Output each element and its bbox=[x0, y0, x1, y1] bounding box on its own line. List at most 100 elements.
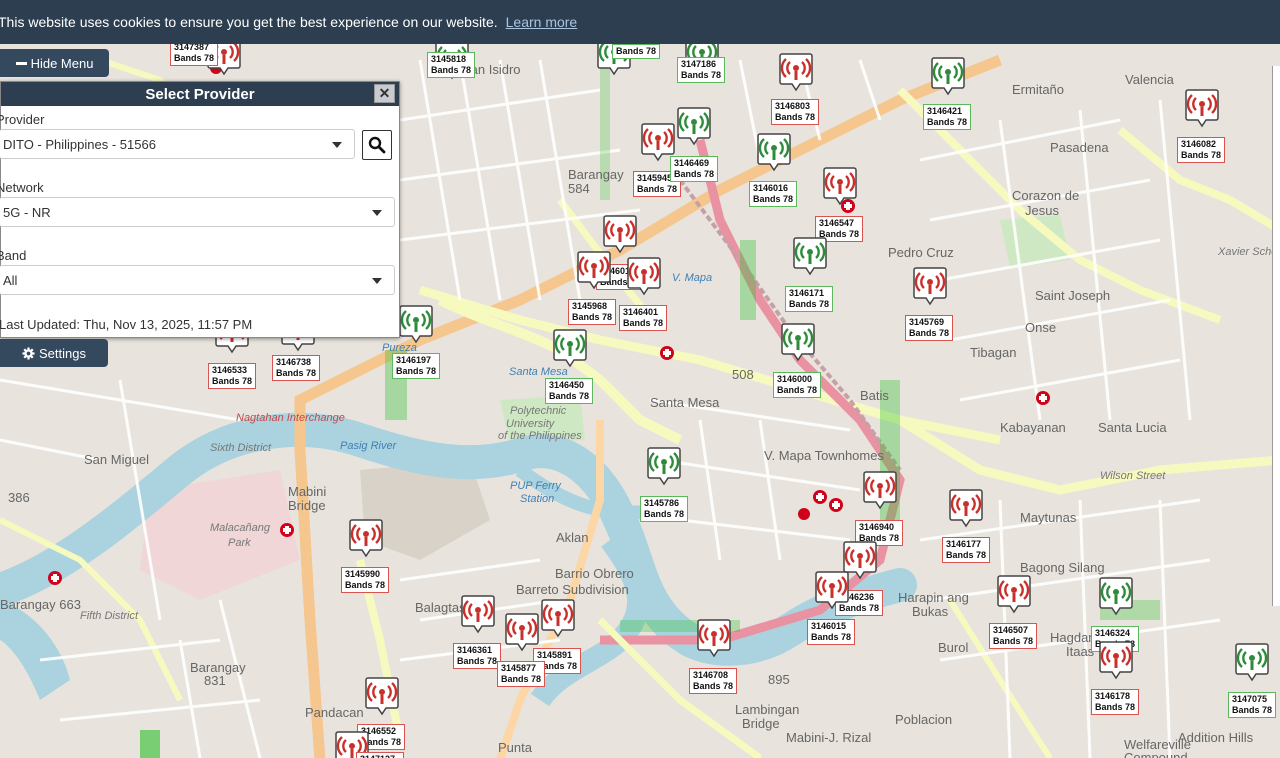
panel-header: Select Provider ✕ bbox=[1, 82, 399, 106]
band-select[interactable]: All bbox=[0, 265, 395, 295]
tower-id: 3147075 bbox=[1232, 694, 1268, 704]
tower-bands: Bands 78 bbox=[345, 580, 386, 590]
cell-tower-icon[interactable] bbox=[576, 250, 612, 290]
tower-tag[interactable]: 3147127Bands 78 bbox=[356, 752, 405, 758]
cell-tower-icon[interactable] bbox=[504, 612, 540, 652]
cell-tower-icon[interactable] bbox=[862, 470, 898, 510]
tower-tag[interactable]: 3146401 Bands 78 bbox=[619, 305, 668, 331]
tower-bands: Bands 78 bbox=[993, 636, 1034, 646]
cell-tower-icon[interactable] bbox=[626, 256, 662, 296]
tower-bands: Bands 78 bbox=[753, 194, 794, 204]
tower-tag[interactable]: 3145990 Bands 78 bbox=[341, 567, 390, 593]
cell-tower-icon[interactable] bbox=[996, 574, 1032, 614]
cell-tower-icon[interactable] bbox=[552, 328, 588, 368]
tower-id: 3146803 bbox=[775, 101, 811, 111]
tower-tag[interactable]: 3146803 Bands 78 bbox=[771, 99, 820, 125]
search-button[interactable] bbox=[362, 130, 392, 160]
cell-tower-icon[interactable] bbox=[822, 166, 858, 206]
tower-bands: Bands 78 bbox=[501, 674, 542, 684]
tower-tag[interactable]: 3147075 Bands 78 bbox=[1228, 692, 1277, 718]
minus-icon bbox=[15, 61, 27, 65]
cell-tower-icon[interactable] bbox=[1234, 642, 1270, 682]
network-select[interactable]: 5G - NR bbox=[0, 197, 395, 227]
tower-bands: Bands 78 bbox=[623, 318, 664, 328]
tower-id: 3145990 bbox=[345, 569, 381, 579]
cell-tower-icon[interactable] bbox=[778, 52, 814, 92]
tower-tag[interactable]: 3145769 Bands 78 bbox=[905, 315, 954, 341]
tower-tag[interactable]: 3146082 Bands 78 bbox=[1177, 137, 1226, 163]
tower-bands: Bands 78 bbox=[1232, 705, 1273, 715]
tower-tag[interactable]: 3145786 Bands 78 bbox=[640, 496, 689, 522]
cell-tower-icon[interactable] bbox=[814, 570, 850, 610]
right-panel-edge[interactable] bbox=[1272, 66, 1280, 606]
chevron-down-icon bbox=[372, 210, 382, 216]
tower-id: 3146708 bbox=[693, 670, 729, 680]
tower-id: 3146000 bbox=[777, 374, 813, 384]
cell-tower-icon[interactable] bbox=[348, 518, 384, 558]
cell-tower-icon[interactable] bbox=[676, 106, 712, 146]
cell-tower-icon[interactable] bbox=[540, 598, 576, 638]
tower-tag[interactable]: 3146738 Bands 78 bbox=[272, 355, 321, 381]
cell-tower-icon[interactable] bbox=[602, 214, 638, 254]
tower-tag[interactable]: 3146450 Bands 78 bbox=[545, 378, 594, 404]
tower-tag[interactable]: 3146507 Bands 78 bbox=[989, 623, 1038, 649]
cell-tower-icon[interactable] bbox=[1098, 640, 1134, 680]
tower-id: 3146507 bbox=[993, 625, 1029, 635]
tower-tag[interactable]: Bands 78 bbox=[612, 44, 661, 59]
cell-tower-icon[interactable] bbox=[398, 304, 434, 344]
tower-tag[interactable]: 3145968 Bands 78 bbox=[568, 299, 617, 325]
hide-menu-button[interactable]: Hide Menu bbox=[0, 49, 109, 77]
tower-bands: Bands 78 bbox=[637, 184, 678, 194]
learn-more-link[interactable]: Learn more bbox=[506, 14, 578, 30]
tower-bands: Bands 78 bbox=[431, 65, 472, 75]
provider-select[interactable]: DITO - Philippines - 51566 bbox=[0, 129, 355, 159]
cell-tower-icon[interactable] bbox=[756, 132, 792, 172]
tower-tag[interactable]: 3145818 Bands 78 bbox=[427, 52, 476, 78]
settings-label: Settings bbox=[39, 345, 86, 361]
close-icon[interactable]: ✕ bbox=[374, 84, 395, 103]
tower-id: 3147127 bbox=[360, 754, 400, 758]
cell-tower-icon[interactable] bbox=[930, 56, 966, 96]
tower-bands: Bands 78 bbox=[457, 656, 498, 666]
cell-tower-icon[interactable] bbox=[912, 266, 948, 306]
tower-tag[interactable]: 3146708 Bands 78 bbox=[689, 668, 738, 694]
tower-tag[interactable]: 3146016 Bands 78 bbox=[749, 181, 798, 207]
tower-id: 3146016 bbox=[753, 183, 789, 193]
tower-id: 3146015 bbox=[811, 621, 847, 631]
tower-bands: Bands 78 bbox=[789, 299, 830, 309]
cell-tower-icon[interactable] bbox=[696, 618, 732, 658]
tower-bands: Bands 78 bbox=[212, 376, 253, 386]
provider-label: Provider bbox=[0, 112, 45, 127]
tower-id: 3146940 bbox=[859, 522, 895, 532]
tower-tag[interactable]: 3146421 Bands 78 bbox=[923, 104, 972, 130]
tower-id: 3146738 bbox=[276, 357, 312, 367]
tower-tag[interactable]: 3146469 Bands 78 bbox=[670, 156, 719, 182]
tower-id: 3145877 bbox=[501, 663, 537, 673]
tower-tag[interactable]: 3146178 Bands 78 bbox=[1091, 689, 1140, 715]
tower-tag[interactable]: 3145877 Bands 78 bbox=[497, 661, 546, 687]
tower-id: 3145786 bbox=[644, 498, 680, 508]
tower-id: 3146171 bbox=[789, 288, 825, 298]
tower-bands: Bands 78 bbox=[693, 681, 734, 691]
tower-tag[interactable]: 3147186 Bands 78 bbox=[677, 57, 726, 83]
cell-tower-icon[interactable] bbox=[1098, 576, 1134, 616]
settings-button[interactable]: Settings bbox=[0, 339, 108, 367]
tower-tag[interactable]: 3146361 Bands 78 bbox=[453, 643, 502, 669]
cell-tower-icon[interactable] bbox=[1184, 88, 1220, 128]
cell-tower-icon[interactable] bbox=[364, 676, 400, 716]
cell-tower-icon[interactable] bbox=[780, 322, 816, 362]
tower-tag[interactable]: 3146197 Bands 78 bbox=[392, 353, 441, 379]
tower-tag[interactable]: 3146015 Bands 78 bbox=[807, 619, 856, 645]
tower-tag[interactable]: 3146177 Bands 78 bbox=[942, 537, 991, 563]
cell-tower-icon[interactable] bbox=[948, 488, 984, 528]
tower-tag[interactable]: 3146171 Bands 78 bbox=[785, 286, 834, 312]
tower-bands: Bands 78 bbox=[549, 391, 590, 401]
cell-tower-icon[interactable] bbox=[646, 446, 682, 486]
tower-id: 3146324 bbox=[1095, 628, 1131, 638]
cell-tower-icon[interactable] bbox=[460, 594, 496, 634]
tower-tag[interactable]: 3146533 Bands 78 bbox=[208, 363, 257, 389]
select-provider-panel: Select Provider ✕ Provider DITO - Philip… bbox=[0, 81, 400, 338]
tower-tag[interactable]: 3146000 Bands 78 bbox=[773, 372, 822, 398]
cell-tower-icon[interactable] bbox=[792, 236, 828, 276]
tower-bands: Bands 78 bbox=[681, 70, 722, 80]
